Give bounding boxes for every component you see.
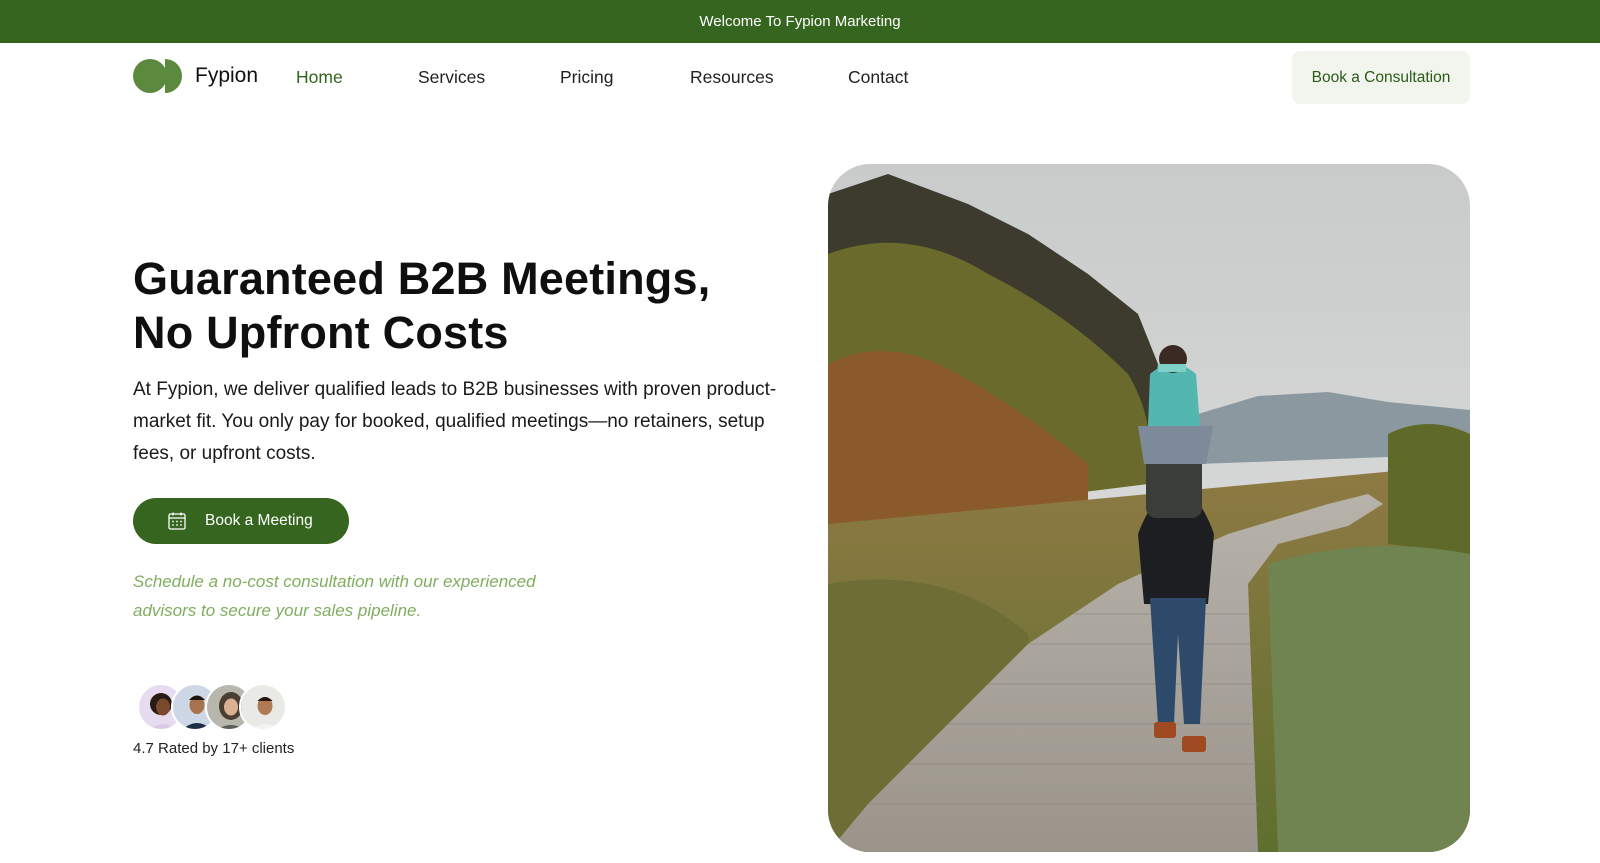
hiker-boardwalk-photo: [828, 164, 1470, 852]
announcement-bar: Welcome To Fypion Marketing: [0, 0, 1600, 43]
book-meeting-button[interactable]: Book a Meeting: [133, 498, 349, 544]
nav-item-contact[interactable]: Contact: [848, 67, 908, 88]
brand-name: Fypion: [195, 64, 259, 87]
headline-line-2: No Upfront Costs: [133, 307, 509, 358]
nav-item-pricing[interactable]: Pricing: [560, 67, 614, 88]
two-circle-logo-icon: [133, 59, 183, 93]
nav-item-resources[interactable]: Resources: [690, 67, 774, 88]
headline-line-1: Guaranteed B2B Meetings,: [133, 253, 711, 304]
announcement-text: Welcome To Fypion Marketing: [699, 13, 901, 30]
hero-lead-text: At Fypion, we deliver qualified leads to…: [133, 379, 777, 464]
client-rating: 4.7 Rated by 17+ clients: [133, 740, 295, 757]
book-consultation-button[interactable]: Book a Consultation: [1292, 51, 1470, 104]
hero-image: [828, 164, 1470, 852]
client-avatars: [137, 683, 297, 731]
book-meeting-label: Book a Meeting: [205, 512, 313, 529]
hero-headline: Guaranteed B2B Meetings, No Upfront Cost…: [133, 252, 773, 360]
calendar-icon: [168, 512, 186, 530]
main-nav: Fypion Home Services Pricing Resources C…: [0, 43, 1600, 111]
avatar: [239, 683, 287, 731]
brand-logo[interactable]: Fypion: [133, 59, 258, 93]
nav-item-services[interactable]: Services: [418, 67, 485, 88]
nav-item-home[interactable]: Home: [296, 67, 343, 88]
consultation-note: Schedule a no-cost consultation with our…: [133, 572, 536, 620]
